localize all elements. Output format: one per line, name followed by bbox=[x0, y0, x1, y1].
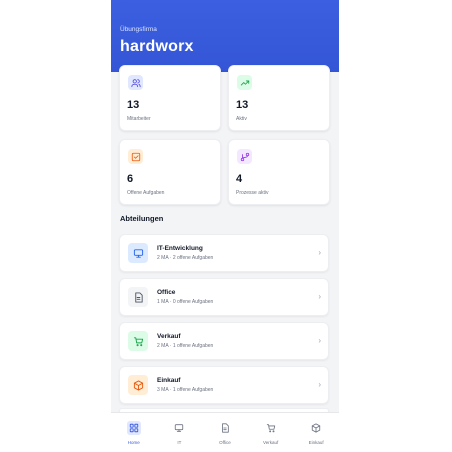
nav-einkauf[interactable]: Einkauf bbox=[293, 413, 339, 452]
department-verkauf[interactable]: Verkauf 2 MA · 1 offene Aufgaben › bbox=[119, 322, 329, 360]
stat-label: Mitarbeiter bbox=[127, 116, 151, 122]
department-name: Einkauf bbox=[157, 377, 181, 384]
department-meta: 2 MA · 1 offene Aufgaben bbox=[157, 343, 214, 349]
checkbox-icon bbox=[128, 149, 143, 164]
monitor-icon bbox=[172, 421, 186, 435]
git-branch-icon bbox=[237, 149, 252, 164]
department-einkauf[interactable]: Einkauf 3 MA · 1 offene Aufgaben › bbox=[119, 366, 329, 404]
nav-home[interactable]: Home bbox=[111, 413, 157, 452]
department-name: Office bbox=[157, 289, 176, 296]
stat-value: 13 bbox=[127, 99, 140, 111]
nav-label: IT bbox=[177, 440, 182, 445]
nav-verkauf[interactable]: Verkauf bbox=[248, 413, 294, 452]
stat-card-open-tasks[interactable]: 6 Offene Aufgaben bbox=[119, 139, 221, 205]
cart-icon bbox=[264, 421, 278, 435]
stat-label: Offene Aufgaben bbox=[127, 190, 165, 196]
box-icon bbox=[309, 421, 323, 435]
document-icon bbox=[128, 287, 148, 307]
department-office[interactable]: Office 1 MA · 0 offene Aufgaben › bbox=[119, 278, 329, 316]
department-it[interactable]: IT-Entwicklung 2 MA · 2 offene Aufgaben … bbox=[119, 234, 329, 272]
chevron-right-icon: › bbox=[318, 292, 321, 301]
stat-label: Aktiv bbox=[236, 116, 247, 122]
chevron-right-icon: › bbox=[318, 380, 321, 389]
department-meta: 3 MA · 1 offene Aufgaben bbox=[157, 387, 214, 393]
company-label: Übungsfirma bbox=[120, 26, 157, 33]
department-meta: 2 MA · 2 offene Aufgaben bbox=[157, 255, 214, 261]
users-icon bbox=[128, 75, 143, 90]
company-name: hardworx bbox=[120, 38, 194, 55]
nav-label: Office bbox=[219, 440, 231, 445]
document-icon bbox=[218, 421, 232, 435]
nav-it[interactable]: IT bbox=[157, 413, 203, 452]
chevron-right-icon: › bbox=[318, 336, 321, 345]
grid-icon bbox=[126, 421, 141, 435]
stat-card-employees[interactable]: 13 Mitarbeiter bbox=[119, 65, 221, 131]
trending-up-icon bbox=[237, 75, 252, 90]
stat-label: Prozesse aktiv bbox=[236, 190, 269, 196]
monitor-icon bbox=[128, 243, 148, 263]
app-screen: Übungsfirma hardworx 13 Mitarbeiter 13 A… bbox=[111, 0, 339, 452]
box-icon bbox=[128, 375, 148, 395]
nav-label: Home bbox=[127, 440, 140, 445]
nav-label: Einkauf bbox=[308, 440, 324, 445]
stat-value: 6 bbox=[127, 173, 134, 185]
stat-value: 4 bbox=[236, 173, 243, 185]
chevron-right-icon: › bbox=[318, 248, 321, 257]
department-name: Verkauf bbox=[157, 333, 181, 340]
bottom-navigation: Home IT Office Verkauf Einkauf bbox=[111, 412, 339, 452]
section-title: Abteilungen bbox=[120, 214, 164, 223]
department-meta: 1 MA · 0 offene Aufgaben bbox=[157, 299, 214, 305]
nav-label: Verkauf bbox=[262, 440, 279, 445]
stat-card-processes[interactable]: 4 Prozesse aktiv bbox=[228, 139, 330, 205]
stat-card-active[interactable]: 13 Aktiv bbox=[228, 65, 330, 131]
department-name: IT-Entwicklung bbox=[157, 245, 203, 252]
nav-office[interactable]: Office bbox=[202, 413, 248, 452]
company-header: Übungsfirma hardworx bbox=[111, 0, 339, 72]
stat-value: 13 bbox=[236, 99, 249, 111]
cart-icon bbox=[128, 331, 148, 351]
